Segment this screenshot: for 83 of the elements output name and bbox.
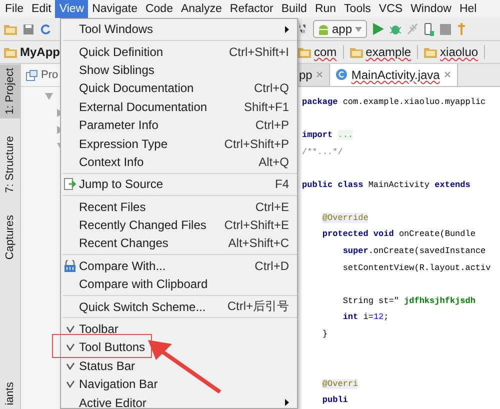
sync-icon[interactable] xyxy=(40,24,51,34)
menu-title[interactable]: Hel xyxy=(455,0,481,18)
shortcut-label: Ctrl+E xyxy=(255,200,289,214)
folder-icon xyxy=(298,46,311,58)
stop-icon[interactable] xyxy=(440,24,452,34)
shortcut-label: Ctrl+Q xyxy=(254,81,289,96)
project-name: MyApp xyxy=(20,45,60,59)
menu-title[interactable]: Tools xyxy=(340,0,375,18)
menu-item[interactable]: Expression Type Ctrl+Shift+P xyxy=(61,134,297,153)
save-icon[interactable] xyxy=(23,24,34,34)
folder-icon xyxy=(4,46,17,58)
menu-item[interactable]: Parameter Info Ctrl+P xyxy=(61,116,297,134)
menu-title[interactable]: Analyze xyxy=(176,0,226,18)
tool-window-tab[interactable]: Captures xyxy=(0,211,20,264)
shortcut-label: Alt+Q xyxy=(258,154,289,169)
caret-icon xyxy=(355,26,362,32)
code-line: import ... xyxy=(302,128,354,142)
tool-window-tab[interactable]: iants xyxy=(0,378,20,409)
menu-item[interactable]: Recently Changed Files Ctrl+Shift+E xyxy=(61,216,297,234)
code-line: setContentView(R.layout.activ xyxy=(342,262,492,275)
menu-item[interactable]: Tool Buttons xyxy=(61,338,297,357)
class-icon xyxy=(336,69,348,80)
menu-title[interactable]: Window xyxy=(406,0,456,18)
shortcut-label: Ctrl+D xyxy=(254,258,289,273)
menu-item[interactable]: Quick Switch Scheme... Ctrl+后引号 xyxy=(61,297,297,316)
shortcut-label: Ctrl+Shift+P xyxy=(224,136,289,151)
menu-item[interactable]: Compare With... Ctrl+D xyxy=(61,256,297,276)
menu-title[interactable]: VCS xyxy=(374,0,407,18)
shortcut-label: F4 xyxy=(274,177,289,192)
breadcrumb[interactable]: example xyxy=(350,45,418,59)
android-icon xyxy=(318,24,329,34)
code-line: publi xyxy=(321,394,349,408)
shortcut-label: Shift+F1 xyxy=(244,100,289,114)
menu-item[interactable]: Compare with Clipboard xyxy=(61,275,297,294)
menu-item[interactable]: Jump to Source F4 xyxy=(61,175,297,194)
folder-icon xyxy=(424,46,438,58)
menu-item[interactable]: Tool Windows xyxy=(61,20,297,38)
shortcut-label: Ctrl+P xyxy=(255,118,289,132)
shortcut-label: Ctrl+Shift+I xyxy=(228,44,289,59)
code-line: public class MainActivity extends xyxy=(302,178,472,192)
menu-title[interactable]: Refactor xyxy=(226,0,278,18)
menu-item[interactable]: Active Editor xyxy=(61,393,297,409)
menu-item[interactable]: Recent Changes Alt+Shift+C xyxy=(61,234,297,253)
folder-icon xyxy=(350,46,363,58)
menu-title[interactable]: Build xyxy=(277,0,311,18)
code-line: protected void onCreate(Bundle xyxy=(321,228,476,242)
open-folder-icon xyxy=(4,24,17,34)
editor-tab[interactable]: MainActivity.java xyxy=(330,64,458,86)
shortcut-label: Ctrl+Shift+E xyxy=(224,218,289,232)
run-config-dropdown[interactable]: app xyxy=(313,20,368,38)
tree-arrow-icon[interactable] xyxy=(45,93,53,100)
tool-window-tab[interactable]: 1: Project xyxy=(0,64,20,118)
close-icon[interactable] xyxy=(316,71,324,78)
shortcut-label: Ctrl+后引号 xyxy=(227,298,289,316)
panel-icon xyxy=(26,70,38,80)
menu-title[interactable]: File xyxy=(1,0,28,18)
run-icon[interactable] xyxy=(373,23,384,35)
menu-item[interactable]: Context Info Alt+Q xyxy=(61,152,297,172)
shortcut-label: Alt+Shift+C xyxy=(228,236,289,250)
menu-item[interactable]: Navigation Bar xyxy=(61,375,297,394)
tool-window-tab[interactable]: 7: Structure xyxy=(0,132,20,198)
code-line: super.onCreate(savedInstance xyxy=(342,245,487,258)
device-icon[interactable] xyxy=(424,22,434,36)
bug-icon[interactable] xyxy=(390,23,402,35)
diff-icon xyxy=(64,260,76,272)
menu-title[interactable]: Navigate xyxy=(88,0,142,18)
menu-item[interactable]: External Documentation Shift+F1 xyxy=(61,98,297,116)
menu-item[interactable]: Recent Files Ctrl+E xyxy=(61,198,297,216)
menu-title[interactable]: Edit xyxy=(28,0,56,18)
panel-title: Pro xyxy=(41,69,58,81)
code-line: /**...*/ xyxy=(302,146,344,158)
edit-arrow-icon xyxy=(64,178,76,190)
menu-title[interactable]: Run xyxy=(310,0,340,18)
menu-title[interactable]: Code xyxy=(141,0,177,18)
code-line: package com.example.xiaoluo.myapplic xyxy=(302,96,487,109)
code-line: } xyxy=(321,328,329,342)
menu-title[interactable]: View xyxy=(55,0,88,18)
menu-item[interactable]: Status Bar xyxy=(61,356,297,376)
close-icon[interactable] xyxy=(444,71,451,78)
code-line: int i=12; xyxy=(342,311,390,324)
menu-item[interactable]: Toolbar xyxy=(61,320,297,338)
breadcrumb[interactable]: xiaoluo xyxy=(424,45,486,59)
code-line: String st=" jdfhksjhfkjsdh xyxy=(342,294,476,308)
